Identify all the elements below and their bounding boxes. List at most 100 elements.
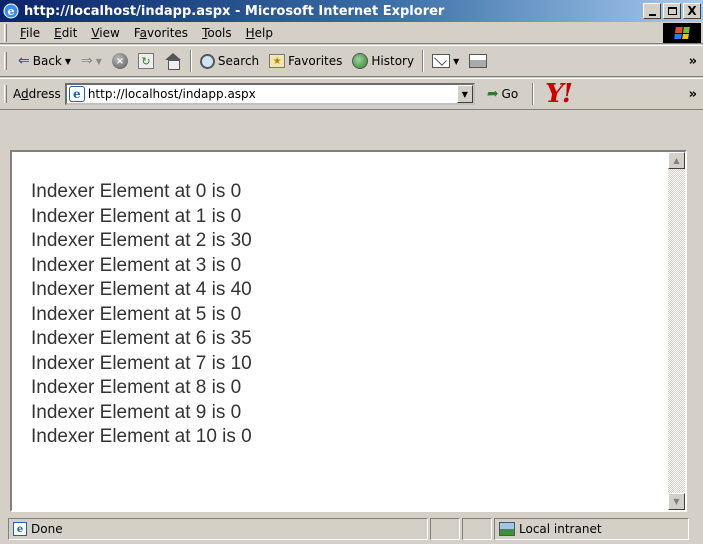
history-icon [352,53,369,69]
address-label: Address [13,87,61,101]
status-panel-security [462,518,492,540]
svg-text:e: e [8,5,15,18]
toolbar-more-icon[interactable]: » [689,54,697,69]
done-page-icon: e [13,522,27,536]
status-bar: e Done Local intranet [0,514,703,544]
title-bar[interactable]: e http://localhost/indapp.aspx - Microso… [0,0,703,22]
stop-icon: × [111,53,128,69]
maximize-button[interactable] [663,3,681,19]
menu-view-post: iew [99,25,120,40]
menu-view[interactable]: View [84,26,126,40]
vertical-scrollbar[interactable]: ▲ ▼ [668,152,685,510]
toolbar-separator [422,50,425,72]
menu-favorites-post: vorites [147,25,189,40]
ie-logo-icon: e [3,3,19,19]
menu-help[interactable]: Help [239,26,280,40]
close-icon: X [687,4,697,18]
refresh-button[interactable]: ↻ [133,48,159,74]
menu-bar: File Edit View Favorites Tools Help [0,22,703,44]
menu-edit-post: dit [61,25,78,40]
minimize-icon [648,13,656,16]
menu-help-post: elp [254,25,274,40]
output-line: Indexer Element at 8 is 0 [31,377,242,398]
back-button[interactable]: ⇐ Back ▼ [13,48,76,74]
output-line: Indexer Element at 9 is 0 [31,401,242,423]
menu-edit[interactable]: Edit [47,26,84,40]
print-button[interactable] [464,48,492,74]
go-label: Go [501,87,519,101]
output-line: Indexer Element at 2 is 30 [31,230,252,251]
yahoo-logo-icon[interactable]: Y! [543,79,574,109]
forward-arrow-icon: ⇒ [81,53,93,69]
maximize-icon [667,7,677,15]
back-arrow-icon: ⇐ [18,53,30,69]
menu-help-key: H [245,25,255,40]
output-line: Indexer Element at 5 is 0 [31,303,242,325]
scroll-up-button[interactable]: ▲ [668,152,685,169]
page-content: Indexer Element at 0 is 0 Indexer Elemen… [10,150,687,512]
zone-panel: Local intranet [494,518,689,540]
toolbar-grip[interactable] [4,52,7,70]
window-controls: X [643,3,701,19]
status-text: Done [31,522,63,536]
close-button[interactable]: X [683,3,701,19]
address-more-icon[interactable]: » [689,87,697,102]
address-url[interactable]: http://localhost/indapp.aspx [88,87,256,101]
mail-button[interactable]: ▼ [427,48,464,74]
address-grip[interactable] [4,85,7,103]
toolbar-separator [189,50,192,72]
address-label-post: dress [28,87,61,101]
search-icon [199,53,215,69]
page-body: Indexer Element at 0 is 0 Indexer Elemen… [12,152,682,510]
favorites-label: Favorites [288,54,343,68]
address-label-pre: A [13,87,21,101]
windows-throbber-icon [663,23,701,43]
favorites-button[interactable]: ★ Favorites [264,48,347,74]
intranet-zone-icon [499,522,515,536]
menu-favorites[interactable]: Favorites [127,26,195,40]
output-line: Indexer Element at 6 is 35 [31,328,252,349]
mail-dropdown-icon[interactable]: ▼ [453,57,459,66]
address-input[interactable]: e http://localhost/indapp.aspx ▼ [64,83,475,105]
standard-toolbar: ⇐ Back ▼ ⇒ ▼ × ↻ Search ★ Favorites Hist… [0,45,703,77]
menu-grip[interactable] [4,23,7,42]
menu-edit-key: E [54,25,62,40]
printer-icon [469,54,488,68]
menu-file[interactable]: File [13,26,47,40]
menu-favorites-key: a [139,25,147,40]
favorites-icon: ★ [269,54,286,68]
back-label: Back [32,54,62,68]
output-line: Indexer Element at 1 is 0 [31,205,242,227]
output-line: Indexer Element at 10 is 0 [31,426,252,447]
back-dropdown-icon[interactable]: ▼ [65,57,71,66]
history-button[interactable]: History [347,48,419,74]
menu-file-post: ile [26,25,41,40]
go-button[interactable]: ➦ Go [487,86,518,102]
forward-dropdown-icon[interactable]: ▼ [96,57,102,66]
forward-button[interactable]: ⇒ ▼ [76,48,107,74]
home-button[interactable] [159,48,187,74]
menu-tools[interactable]: Tools [195,26,239,40]
address-label-key: d [21,87,29,101]
search-button[interactable]: Search [195,48,264,74]
output-line: Indexer Element at 3 is 0 [31,254,242,276]
status-panel-progress [430,518,460,540]
history-label: History [371,54,415,68]
menu-tools-post: ools [207,25,232,40]
refresh-icon: ↻ [137,53,154,69]
scroll-down-button[interactable]: ▼ [668,493,685,510]
home-icon [164,53,182,70]
go-arrow-icon: ➦ [486,86,499,102]
minimize-button[interactable] [643,3,661,19]
stop-button[interactable]: × [107,48,133,74]
browser-window: e http://localhost/indapp.aspx - Microso… [0,0,703,544]
address-separator [532,83,535,105]
status-text-panel: e Done [8,518,428,540]
output-line: Indexer Element at 4 is 40 [31,279,252,300]
address-dropdown-icon[interactable]: ▼ [456,85,473,103]
zone-text: Local intranet [519,522,602,536]
search-label: Search [217,54,260,68]
address-bar: Address e http://localhost/indapp.aspx ▼… [0,78,703,110]
output-line: Indexer Element at 0 is 0 [31,181,242,202]
page-icon: e [68,86,85,102]
